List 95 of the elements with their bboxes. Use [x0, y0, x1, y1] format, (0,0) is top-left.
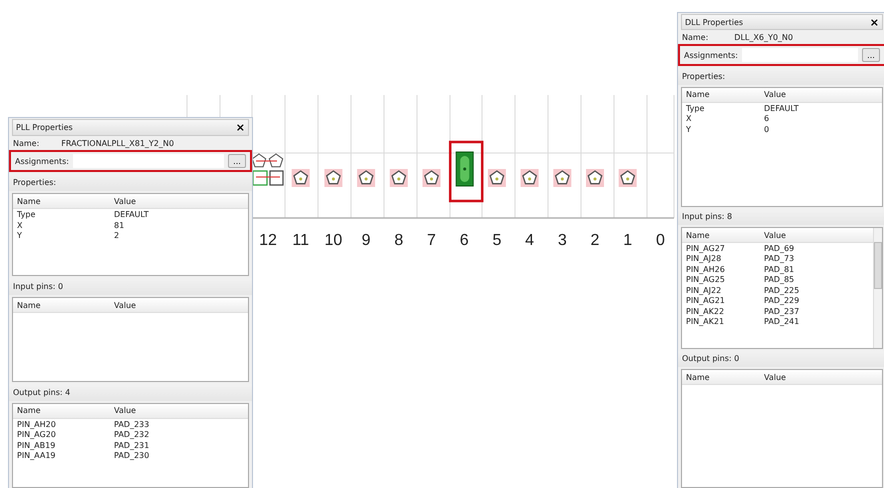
section-label: Output pins: 4	[13, 388, 70, 398]
pad-cell-icon[interactable]	[520, 169, 539, 187]
pad-cell-icon[interactable]	[292, 169, 310, 187]
table-cell: DEFAULT	[764, 104, 799, 113]
column-header: Value	[114, 196, 136, 206]
table-cell-text: PIN_AK22	[685, 306, 726, 316]
column-header: Value	[764, 230, 786, 240]
table-cell: 2	[114, 231, 120, 240]
section-label: Input pins: 0	[13, 282, 64, 292]
section-label: Properties:	[682, 72, 726, 82]
table-cell: PAD_237	[764, 306, 800, 316]
name-value: DLL_X6_Y0_N0	[734, 33, 793, 42]
column-header: Value	[764, 372, 786, 382]
panel-title: DLL Properties	[685, 18, 744, 27]
table-cell: 81	[114, 220, 124, 230]
table-cell: PAD_225	[764, 286, 800, 295]
dll-block-icon[interactable]	[456, 152, 474, 186]
pad-cell-icon[interactable]	[618, 169, 637, 187]
name-value: FRACTIONALPLL_X81_Y2_N0	[61, 138, 174, 148]
table-cell-text: PIN_AJ28	[685, 254, 722, 264]
table-cell: PAD_232	[114, 430, 150, 440]
table-cell-text: PIN_AK21	[685, 317, 726, 326]
column-header: Name	[685, 372, 711, 382]
column-header: Name	[685, 90, 711, 100]
assignments-label: Assignments:	[15, 156, 69, 166]
column-number: 2	[590, 232, 600, 249]
section-label: Input pins: 8	[682, 212, 732, 222]
table-cell: PAD_81	[764, 264, 794, 274]
close-button[interactable]: ×	[870, 16, 879, 28]
browse-button[interactable]: ...	[228, 154, 246, 168]
section-label: Output pins: 0	[682, 354, 740, 364]
column-number: 1	[623, 232, 632, 249]
column-number: 10	[324, 232, 342, 249]
table-cell-text: Y	[685, 124, 692, 134]
column-number: 5	[492, 232, 502, 249]
assignments-field[interactable]	[72, 154, 224, 168]
close-button[interactable]: ×	[236, 122, 245, 133]
column-header: Name	[16, 196, 42, 206]
column-number: 6	[460, 232, 469, 249]
table-cell: PAD_69	[764, 244, 794, 253]
pad-cell-icon[interactable]	[390, 169, 408, 187]
table-cell-text: PIN_AH26	[685, 264, 726, 274]
column-number: 7	[427, 232, 436, 249]
column-header: Value	[764, 90, 786, 100]
pll-block-drawing[interactable]	[252, 153, 284, 186]
column-number: 3	[558, 232, 567, 249]
pad-cell-icon[interactable]	[422, 169, 440, 187]
selection-frame	[448, 140, 484, 202]
table-cell-text: Y	[16, 231, 23, 240]
section-label: Properties:	[13, 178, 56, 188]
pad-cell-icon[interactable]	[324, 169, 342, 187]
table-cell-text: PIN_AG27	[685, 244, 726, 253]
pad-cell-icon[interactable]	[357, 169, 376, 187]
table-cell: PAD_233	[114, 420, 150, 429]
pad-cell-icon[interactable]	[586, 169, 604, 187]
table-cell-text: PIN_AB19	[16, 440, 56, 450]
column-header: Value	[114, 300, 136, 310]
table-cell-text: PIN_AA19	[16, 451, 57, 460]
table-cell: PAD_230	[114, 451, 150, 460]
table-cell-text: PIN_AG21	[685, 296, 726, 306]
table-cell: 6	[764, 114, 770, 124]
table-cell: DEFAULT	[114, 210, 149, 219]
panel-title: PLL Properties	[16, 122, 73, 132]
name-label: Name:	[13, 138, 40, 148]
table-cell: 0	[764, 124, 770, 134]
column-number: 4	[525, 232, 534, 249]
column-number: 9	[362, 232, 371, 249]
column-number: 11	[292, 232, 309, 249]
table-cell: PAD_229	[764, 296, 800, 306]
column-number: 8	[394, 232, 404, 249]
table-cell: PAD_231	[114, 440, 150, 450]
column-number: 12	[259, 232, 277, 249]
table-cell-text: PIN_AG25	[685, 275, 726, 284]
column-header: Name	[16, 406, 42, 416]
table-cell-text: X	[16, 220, 24, 230]
table-cell: PAD_73	[764, 254, 794, 264]
table-cell: PAD_85	[764, 275, 794, 284]
table-cell-text: PIN_AG20	[16, 430, 57, 440]
table-cell-text: Type	[16, 210, 36, 219]
browse-button[interactable]: ...	[862, 48, 880, 62]
column-header: Name	[16, 300, 42, 310]
pad-cell-icon[interactable]	[553, 169, 572, 187]
table-cell-text: PIN_AJ22	[685, 286, 722, 295]
name-label: Name:	[682, 33, 708, 42]
assignments-field[interactable]	[742, 48, 858, 62]
column-header: Name	[685, 230, 711, 240]
scrollbar[interactable]	[873, 228, 882, 348]
table-cell-text: X	[685, 114, 692, 124]
table-cell-text: PIN_AH20	[16, 420, 57, 429]
table-cell: PAD_241	[764, 317, 800, 326]
column-header: Value	[114, 406, 136, 416]
column-number: 0	[656, 232, 665, 249]
pad-cell-icon[interactable]	[488, 169, 506, 187]
table-cell-text: Type	[685, 104, 706, 113]
assignments-label: Assignments:	[684, 50, 738, 60]
